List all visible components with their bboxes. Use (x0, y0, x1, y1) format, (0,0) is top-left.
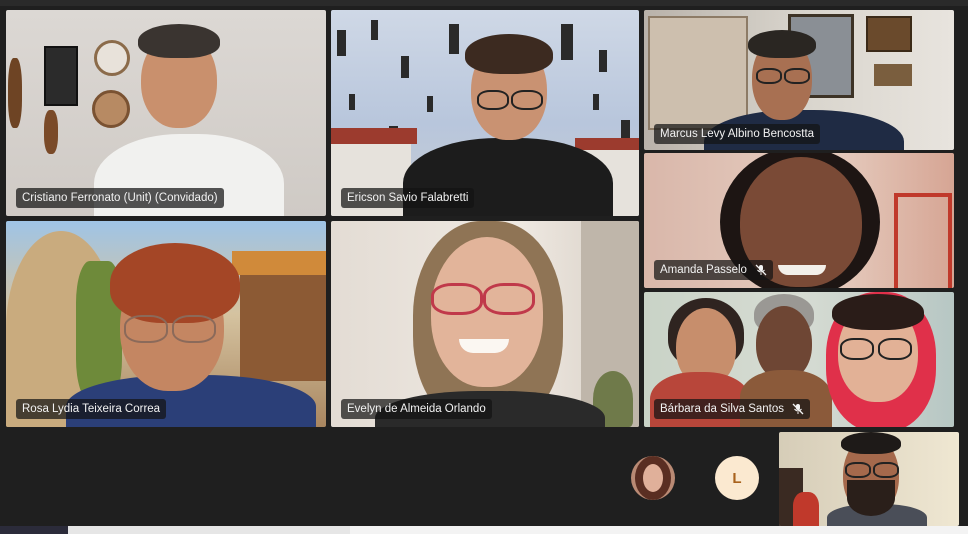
participant-glasses (511, 90, 543, 110)
video-tile-barbara[interactable]: Bárbara da Silva Santos (644, 292, 954, 427)
participant-name: Rosa Lydia Teixeira Correa (22, 403, 161, 415)
participant-name: Amanda Passelo (660, 264, 747, 276)
background-person (793, 492, 819, 526)
microphone-off-icon (792, 403, 804, 415)
background-figure (599, 50, 607, 72)
background-figure (561, 24, 573, 60)
participant-glasses (172, 315, 216, 343)
shelf-decoration (648, 16, 748, 130)
participant-hair (465, 34, 553, 74)
participant-name: Ericson Savio Falabretti (347, 192, 469, 204)
participant-smile (778, 265, 826, 275)
participant-name: Evelyn de Almeida Orlando (347, 403, 486, 415)
participant-name-tag: Cristiano Ferronato (Unit) (Convidado) (16, 188, 224, 208)
participant-avatar-photo[interactable] (631, 456, 675, 500)
background-house-roof (232, 251, 326, 275)
participant-name: Cristiano Ferronato (Unit) (Convidado) (22, 192, 218, 204)
video-tile-cristiano[interactable]: Cristiano Ferronato (Unit) (Convidado) (6, 10, 326, 216)
participant-name: Marcus Levy Albino Bencostta (660, 128, 815, 140)
participant-hair (110, 243, 240, 323)
participant-glasses (840, 338, 874, 360)
taskbar-edge (0, 526, 968, 534)
video-call-stage: Cristiano Ferronato (Unit) (Convidado) E… (0, 0, 968, 534)
avatar-face (643, 464, 663, 492)
participant-glasses (483, 283, 535, 315)
background-figure (371, 20, 378, 40)
background-roof (331, 128, 417, 144)
wall-frame-decoration (866, 16, 912, 52)
participant-avatar-initial[interactable]: L (715, 456, 759, 500)
participant-name-tag: Bárbara da Silva Santos (654, 399, 811, 419)
taskbar-segment (0, 526, 68, 534)
video-tile-evelyn[interactable]: Evelyn de Almeida Orlando (331, 221, 639, 427)
window-top-edge (0, 0, 968, 6)
participant-glasses (124, 315, 168, 343)
background-figure (427, 96, 433, 112)
background-figure (593, 94, 599, 110)
background-roof (575, 138, 639, 150)
participant-glasses (784, 68, 810, 84)
background-house (240, 261, 326, 381)
microphone-off-icon (755, 264, 767, 276)
participant-hair (832, 294, 924, 330)
background-figure (449, 24, 459, 54)
participant-glasses (845, 462, 871, 478)
background-figure (401, 56, 409, 78)
participant-name-tag: Rosa Lydia Teixeira Correa (16, 399, 167, 419)
wall-plate-decoration (94, 40, 130, 76)
video-tile-marcus[interactable]: Marcus Levy Albino Bencostta (644, 10, 954, 150)
participant-hair (138, 24, 220, 58)
participant-head (756, 306, 812, 380)
participant-smile (459, 339, 509, 353)
video-tile-amanda[interactable]: Amanda Passelo (644, 153, 954, 288)
wall-frame-decoration (44, 46, 78, 106)
participant-glasses (431, 283, 483, 315)
wall-mask-decoration (8, 58, 22, 128)
background-figure (349, 94, 355, 110)
participant-glasses (873, 462, 899, 478)
participant-name-tag: Marcus Levy Albino Bencostta (654, 124, 821, 144)
participant-name-tag: Evelyn de Almeida Orlando (341, 399, 492, 419)
participant-beard (847, 480, 895, 516)
wall-frame-decoration (874, 64, 912, 86)
video-tile-ericson[interactable]: Ericson Savio Falabretti (331, 10, 639, 216)
participant-hair (841, 432, 901, 454)
participant-name-tag: Amanda Passelo (654, 260, 773, 280)
wall-plate-decoration (92, 90, 130, 128)
participant-glasses (878, 338, 912, 360)
self-view-tile[interactable] (779, 432, 959, 526)
wall-mask-decoration (44, 110, 58, 154)
participant-name: Bárbara da Silva Santos (660, 403, 785, 415)
participant-glasses (477, 90, 509, 110)
background-figure (337, 30, 346, 56)
participant-glasses (756, 68, 782, 84)
video-tile-rosa[interactable]: Rosa Lydia Teixeira Correa (6, 221, 326, 427)
participant-hair (748, 30, 816, 58)
participant-name-tag: Ericson Savio Falabretti (341, 188, 475, 208)
door-frame-decoration (894, 193, 952, 288)
taskbar-segment (350, 526, 968, 534)
avatar-initial-letter: L (732, 469, 742, 487)
